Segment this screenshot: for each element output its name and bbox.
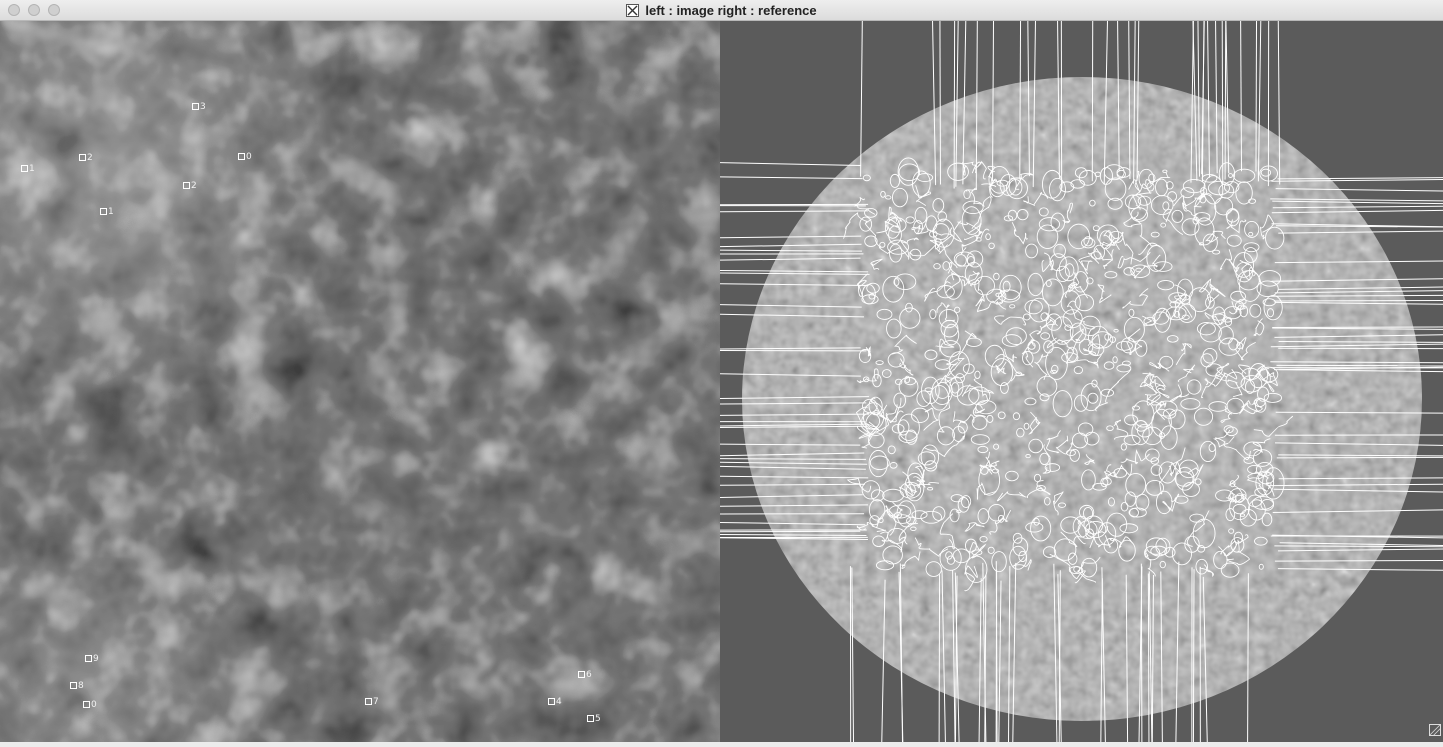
feature-marker[interactable]: 7: [365, 698, 379, 707]
reference-panel[interactable]: [720, 21, 1443, 742]
feature-marker[interactable]: 0: [238, 153, 252, 162]
app-window: left : image right : reference 1 2 3 0 2…: [0, 0, 1443, 747]
title-bar[interactable]: left : image right : reference: [0, 0, 1443, 21]
feature-marker[interactable]: 6: [578, 671, 592, 680]
marker-label: 2: [87, 153, 93, 163]
marker-label: 4: [556, 697, 562, 707]
marker-label: 0: [246, 152, 252, 162]
feature-marker[interactable]: 9: [85, 655, 99, 664]
window-bottom-edge: [0, 742, 1443, 747]
feature-marker[interactable]: 5: [587, 715, 601, 724]
resize-grip-icon[interactable]: [1429, 724, 1441, 736]
marker-label: 3: [200, 102, 206, 112]
marker-box-icon: [238, 153, 245, 160]
marker-box-icon: [183, 182, 190, 189]
window-title: left : image right : reference: [645, 3, 817, 18]
marker-box-icon: [79, 154, 86, 161]
marker-box-icon: [587, 715, 594, 722]
marker-box-icon: [21, 165, 28, 172]
marker-box-icon: [578, 671, 585, 678]
feature-marker[interactable]: 2: [183, 182, 197, 191]
marker-label: 7: [373, 697, 379, 707]
marker-label: 6: [586, 670, 592, 680]
feature-marker[interactable]: 0: [83, 701, 97, 710]
feature-marker[interactable]: 1: [100, 208, 114, 217]
marker-box-icon: [100, 208, 107, 215]
feature-marker[interactable]: 3: [192, 103, 206, 112]
image-panel[interactable]: 1230219807465: [0, 21, 720, 742]
marker-box-icon: [70, 682, 77, 689]
marker-label: 1: [29, 164, 35, 174]
marker-box-icon: [192, 103, 199, 110]
marker-label: 0: [91, 700, 97, 710]
marker-label: 8: [78, 681, 84, 691]
marker-label: 5: [595, 714, 601, 724]
marker-label: 9: [93, 654, 99, 664]
image-texture: [0, 21, 720, 742]
marker-box-icon: [365, 698, 372, 705]
window-title-area: left : image right : reference: [0, 0, 1443, 21]
marker-box-icon: [83, 701, 90, 708]
marker-label: 1: [108, 207, 114, 217]
marker-box-icon: [548, 698, 555, 705]
marker-box-icon: [85, 655, 92, 662]
feature-marker[interactable]: 1: [21, 165, 35, 174]
feature-marker[interactable]: 4: [548, 698, 562, 707]
x11-icon: [626, 4, 640, 17]
feature-marker[interactable]: 8: [70, 682, 84, 691]
feature-marker[interactable]: 2: [79, 154, 93, 163]
marker-label: 2: [191, 181, 197, 191]
reference-texture: [720, 21, 1443, 742]
